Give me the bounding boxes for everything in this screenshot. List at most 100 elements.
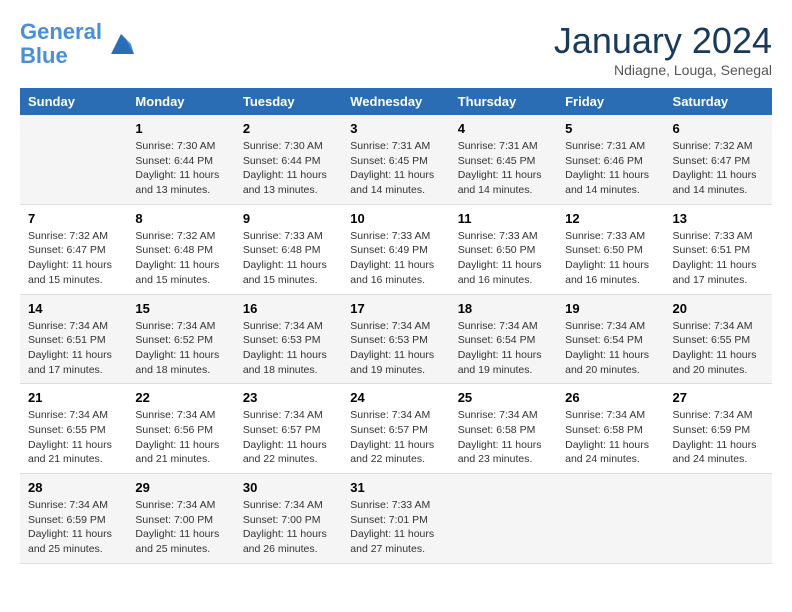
day-info: Sunrise: 7:31 AM Sunset: 6:45 PM Dayligh… [458,139,549,198]
calendar-cell: 11 Sunrise: 7:33 AM Sunset: 6:50 PM Dayli… [450,204,557,294]
day-number: 11 [458,211,549,226]
day-number: 13 [673,211,764,226]
day-number: 22 [135,390,226,405]
calendar-cell: 7 Sunrise: 7:32 AM Sunset: 6:47 PM Daylig… [20,204,127,294]
calendar-cell [665,474,772,564]
calendar-cell: 5 Sunrise: 7:31 AM Sunset: 6:46 PM Daylig… [557,115,664,204]
day-number: 30 [243,480,334,495]
calendar-cell: 19Sunrise: 7:34 AM Sunset: 6:54 PM Dayli… [557,294,664,384]
day-number: 18 [458,301,549,316]
col-header-friday: Friday [557,88,664,115]
calendar-cell: 24Sunrise: 7:34 AM Sunset: 6:57 PM Dayli… [342,384,449,474]
day-info: Sunrise: 7:33 AM Sunset: 6:51 PM Dayligh… [673,229,764,288]
day-number: 2 [243,121,334,136]
calendar-week-row: 7 Sunrise: 7:32 AM Sunset: 6:47 PM Daylig… [20,204,772,294]
calendar-cell [557,474,664,564]
day-number: 28 [28,480,119,495]
col-header-wednesday: Wednesday [342,88,449,115]
day-info: Sunrise: 7:34 AM Sunset: 6:51 PM Dayligh… [28,319,119,378]
day-info: Sunrise: 7:34 AM Sunset: 6:55 PM Dayligh… [28,408,119,467]
day-info: Sunrise: 7:30 AM Sunset: 6:44 PM Dayligh… [135,139,226,198]
calendar-cell: 16Sunrise: 7:34 AM Sunset: 6:53 PM Dayli… [235,294,342,384]
calendar-cell: 10 Sunrise: 7:33 AM Sunset: 6:49 PM Dayli… [342,204,449,294]
day-info: Sunrise: 7:34 AM Sunset: 6:54 PM Dayligh… [458,319,549,378]
calendar-cell: 31 Sunrise: 7:33 AM Sunset: 7:01 PM Dayli… [342,474,449,564]
day-number: 1 [135,121,226,136]
day-info: Sunrise: 7:34 AM Sunset: 7:00 PM Dayligh… [135,498,226,557]
calendar-cell: 1 Sunrise: 7:30 AM Sunset: 6:44 PM Daylig… [127,115,234,204]
calendar-cell: 22 Sunrise: 7:34 AM Sunset: 6:56 PM Dayli… [127,384,234,474]
day-number: 10 [350,211,441,226]
day-info: Sunrise: 7:34 AM Sunset: 6:53 PM Dayligh… [350,319,441,378]
calendar-header-row: SundayMondayTuesdayWednesdayThursdayFrid… [20,88,772,115]
day-info: Sunrise: 7:33 AM Sunset: 6:50 PM Dayligh… [458,229,549,288]
logo: GeneralBlue [20,20,136,68]
day-number: 27 [673,390,764,405]
calendar-cell: 25Sunrise: 7:34 AM Sunset: 6:58 PM Dayli… [450,384,557,474]
day-number: 16 [243,301,334,316]
day-number: 3 [350,121,441,136]
day-number: 6 [673,121,764,136]
day-info: Sunrise: 7:34 AM Sunset: 6:57 PM Dayligh… [350,408,441,467]
day-number: 19 [565,301,656,316]
calendar-cell: 2 Sunrise: 7:30 AM Sunset: 6:44 PM Daylig… [235,115,342,204]
calendar-cell: 23 Sunrise: 7:34 AM Sunset: 6:57 PM Dayli… [235,384,342,474]
subtitle: Ndiagne, Louga, Senegal [554,62,772,78]
title-area: January 2024 Ndiagne, Louga, Senegal [554,20,772,78]
col-header-saturday: Saturday [665,88,772,115]
calendar-cell: 28 Sunrise: 7:34 AM Sunset: 6:59 PM Dayli… [20,474,127,564]
calendar-cell: 6Sunrise: 7:32 AM Sunset: 6:47 PM Daylig… [665,115,772,204]
day-info: Sunrise: 7:34 AM Sunset: 6:59 PM Dayligh… [673,408,764,467]
col-header-sunday: Sunday [20,88,127,115]
day-number: 9 [243,211,334,226]
day-info: Sunrise: 7:33 AM Sunset: 6:49 PM Dayligh… [350,229,441,288]
day-info: Sunrise: 7:34 AM Sunset: 6:59 PM Dayligh… [28,498,119,557]
day-info: Sunrise: 7:31 AM Sunset: 6:45 PM Dayligh… [350,139,441,198]
calendar-cell: 29Sunrise: 7:34 AM Sunset: 7:00 PM Dayli… [127,474,234,564]
calendar-cell: 30 Sunrise: 7:34 AM Sunset: 7:00 PM Dayli… [235,474,342,564]
day-number: 14 [28,301,119,316]
day-info: Sunrise: 7:34 AM Sunset: 6:58 PM Dayligh… [565,408,656,467]
day-info: Sunrise: 7:30 AM Sunset: 6:44 PM Dayligh… [243,139,334,198]
month-title: January 2024 [554,20,772,62]
logo-text: GeneralBlue [20,20,102,68]
calendar-cell: 15Sunrise: 7:34 AM Sunset: 6:52 PM Dayli… [127,294,234,384]
calendar-cell: 8Sunrise: 7:32 AM Sunset: 6:48 PM Daylig… [127,204,234,294]
calendar-cell [450,474,557,564]
logo-icon [106,29,136,59]
day-info: Sunrise: 7:34 AM Sunset: 6:57 PM Dayligh… [243,408,334,467]
day-info: Sunrise: 7:34 AM Sunset: 7:00 PM Dayligh… [243,498,334,557]
day-info: Sunrise: 7:32 AM Sunset: 6:47 PM Dayligh… [28,229,119,288]
day-number: 26 [565,390,656,405]
calendar-week-row: 14 Sunrise: 7:34 AM Sunset: 6:51 PM Dayli… [20,294,772,384]
calendar-cell: 27 Sunrise: 7:34 AM Sunset: 6:59 PM Dayli… [665,384,772,474]
col-header-monday: Monday [127,88,234,115]
day-info: Sunrise: 7:32 AM Sunset: 6:48 PM Dayligh… [135,229,226,288]
day-number: 4 [458,121,549,136]
calendar-week-row: 1 Sunrise: 7:30 AM Sunset: 6:44 PM Daylig… [20,115,772,204]
calendar-cell: 9 Sunrise: 7:33 AM Sunset: 6:48 PM Daylig… [235,204,342,294]
day-number: 31 [350,480,441,495]
day-number: 21 [28,390,119,405]
day-info: Sunrise: 7:33 AM Sunset: 7:01 PM Dayligh… [350,498,441,557]
calendar-week-row: 28 Sunrise: 7:34 AM Sunset: 6:59 PM Dayli… [20,474,772,564]
calendar-cell: 21 Sunrise: 7:34 AM Sunset: 6:55 PM Dayli… [20,384,127,474]
day-number: 20 [673,301,764,316]
day-number: 5 [565,121,656,136]
day-info: Sunrise: 7:34 AM Sunset: 6:56 PM Dayligh… [135,408,226,467]
calendar-cell: 4 Sunrise: 7:31 AM Sunset: 6:45 PM Daylig… [450,115,557,204]
day-info: Sunrise: 7:33 AM Sunset: 6:48 PM Dayligh… [243,229,334,288]
calendar-cell: 26 Sunrise: 7:34 AM Sunset: 6:58 PM Dayli… [557,384,664,474]
day-info: Sunrise: 7:33 AM Sunset: 6:50 PM Dayligh… [565,229,656,288]
calendar-cell: 17Sunrise: 7:34 AM Sunset: 6:53 PM Dayli… [342,294,449,384]
calendar-table: SundayMondayTuesdayWednesdayThursdayFrid… [20,88,772,564]
day-info: Sunrise: 7:31 AM Sunset: 6:46 PM Dayligh… [565,139,656,198]
day-number: 23 [243,390,334,405]
calendar-cell: 20Sunrise: 7:34 AM Sunset: 6:55 PM Dayli… [665,294,772,384]
day-number: 15 [135,301,226,316]
day-info: Sunrise: 7:34 AM Sunset: 6:58 PM Dayligh… [458,408,549,467]
calendar-cell: 3 Sunrise: 7:31 AM Sunset: 6:45 PM Daylig… [342,115,449,204]
calendar-cell [20,115,127,204]
day-number: 7 [28,211,119,226]
calendar-week-row: 21 Sunrise: 7:34 AM Sunset: 6:55 PM Dayli… [20,384,772,474]
